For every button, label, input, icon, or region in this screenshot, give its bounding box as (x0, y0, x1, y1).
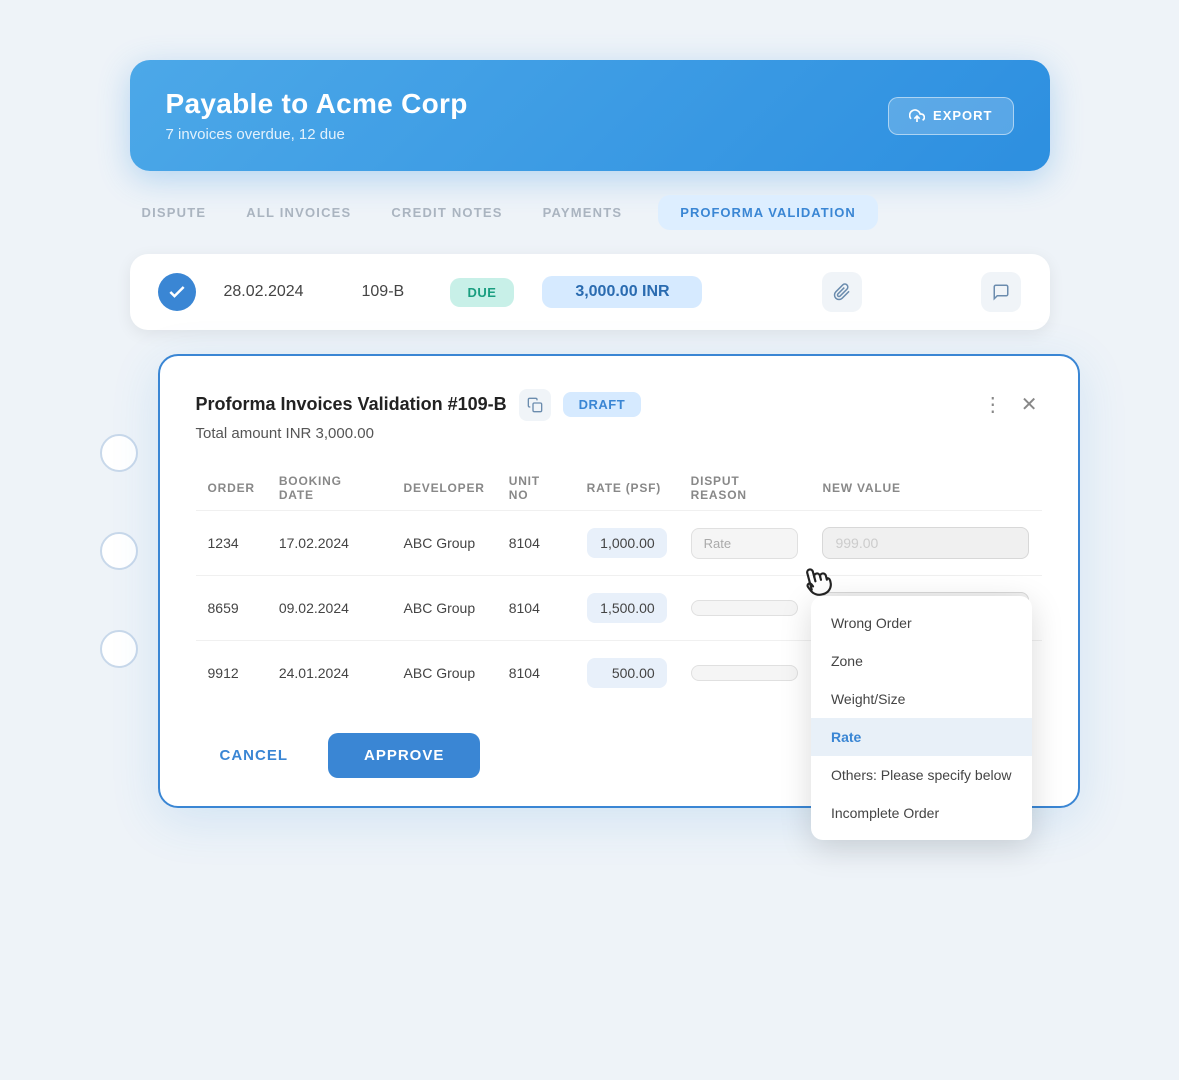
col-rate-psf: RATE (PSF) (575, 466, 679, 511)
cell-order-2: 8659 (196, 576, 267, 641)
checkbox-1[interactable] (100, 434, 138, 472)
dialog-area: Proforma Invoices Validation #109-B DRAF… (100, 354, 1080, 808)
dialog-actions: ⋮ ✕ (979, 388, 1042, 421)
cell-unit-3: 8104 (497, 641, 575, 706)
dropdown-option-others[interactable]: Others: Please specify below (811, 756, 1032, 794)
table-wrapper: ORDER BOOKING DATE DEVELOPER UNIT NO RAT… (196, 466, 1042, 705)
draft-badge: DRAFT (563, 392, 642, 417)
more-options-button[interactable]: ⋮ (979, 388, 1007, 421)
cell-developer-3: ABC Group (392, 641, 497, 706)
message-button[interactable] (981, 272, 1021, 312)
col-new-value: NEW VALUE (810, 466, 1041, 511)
paperclip-icon (833, 283, 851, 301)
cell-order-3: 9912 (196, 641, 267, 706)
col-disput-reason: DISPUT REASON (679, 466, 811, 511)
attachment-button[interactable] (822, 272, 862, 312)
tab-payments[interactable]: PAYMENTS (539, 197, 627, 228)
header-title: Payable to Acme Corp (166, 88, 468, 120)
tab-credit-notes[interactable]: CREDIT NOTES (387, 197, 506, 228)
cell-dispute-2 (679, 576, 811, 641)
checkmark-icon (167, 282, 187, 302)
cell-dispute-3 (679, 641, 811, 706)
approve-button[interactable]: APPROVE (328, 733, 480, 778)
dispute-dropdown-2[interactable] (691, 600, 799, 616)
page-wrapper: Payable to Acme Corp 7 invoices overdue,… (0, 0, 1179, 1080)
tab-all-invoices[interactable]: ALL INVOICES (242, 197, 355, 228)
close-button[interactable]: ✕ (1017, 388, 1042, 421)
header-card: Payable to Acme Corp 7 invoices overdue,… (130, 60, 1050, 171)
cell-date-2: 09.02.2024 (267, 576, 392, 641)
cell-order-1: 1234 (196, 511, 267, 576)
cell-new-value-1 (810, 511, 1041, 576)
cloud-upload-icon (909, 108, 925, 124)
copy-button[interactable] (519, 389, 551, 421)
check-circle[interactable] (158, 273, 196, 311)
rate-input-3[interactable]: 500.00 (587, 658, 667, 688)
table-header-row: ORDER BOOKING DATE DEVELOPER UNIT NO RAT… (196, 466, 1042, 511)
invoice-date: 28.02.2024 (224, 283, 334, 301)
rate-input-1[interactable]: 1,000.00 (587, 528, 667, 558)
cell-developer-1: ABC Group (392, 511, 497, 576)
due-badge: DUE (450, 278, 515, 307)
col-unit-no: UNIT NO (497, 466, 575, 511)
left-checkboxes (100, 354, 158, 808)
dropdown-option-zone[interactable]: Zone (811, 642, 1032, 680)
col-order: ORDER (196, 466, 267, 511)
cell-unit-2: 8104 (497, 576, 575, 641)
dialog-header: Proforma Invoices Validation #109-B DRAF… (196, 388, 1042, 421)
col-developer: DEVELOPER (392, 466, 497, 511)
cell-rate-2: 1,500.00 (575, 576, 679, 641)
header-subtitle: 7 invoices overdue, 12 due (166, 126, 468, 143)
cell-rate-3: 500.00 (575, 641, 679, 706)
amount-badge: 3,000.00 INR (542, 276, 702, 308)
cancel-button[interactable]: CANCEL (196, 735, 313, 776)
new-value-input-1[interactable] (822, 527, 1029, 559)
cell-rate-1: 1,000.00 (575, 511, 679, 576)
export-button[interactable]: EXPORT (888, 97, 1013, 135)
invoice-row: 28.02.2024 109-B DUE 3,000.00 INR (130, 254, 1050, 330)
dialog-subtitle: Total amount INR 3,000.00 (196, 425, 1042, 442)
checkbox-2[interactable] (100, 532, 138, 570)
copy-icon (527, 397, 543, 413)
cell-unit-1: 8104 (497, 511, 575, 576)
dropdown-option-incomplete-order[interactable]: Incomplete Order (811, 794, 1032, 832)
dialog-title: Proforma Invoices Validation #109-B (196, 394, 507, 415)
dialog-card: Proforma Invoices Validation #109-B DRAF… (158, 354, 1080, 808)
header-text: Payable to Acme Corp 7 invoices overdue,… (166, 88, 468, 143)
dropdown-option-wrong-order[interactable]: Wrong Order (811, 604, 1032, 642)
dropdown-option-rate[interactable]: Rate (811, 718, 1032, 756)
cell-date-1: 17.02.2024 (267, 511, 392, 576)
tabs-row: DISPUTE ALL INVOICES CREDIT NOTES PAYMEN… (130, 195, 1050, 230)
table-row: 1234 17.02.2024 ABC Group 8104 1,000.00 … (196, 511, 1042, 576)
cell-date-3: 24.01.2024 (267, 641, 392, 706)
chat-icon (992, 283, 1010, 301)
dropdown-option-weight-size[interactable]: Weight/Size (811, 680, 1032, 718)
dropdown-popup: Wrong Order Zone Weight/Size Rate Others… (811, 596, 1032, 840)
rate-input-2[interactable]: 1,500.00 (587, 593, 667, 623)
cell-developer-2: ABC Group (392, 576, 497, 641)
tab-proforma-validation[interactable]: PROFORMA VALIDATION (658, 195, 877, 230)
col-booking-date: BOOKING DATE (267, 466, 392, 511)
dispute-dropdown-1[interactable]: Rate (691, 528, 799, 559)
checkbox-3[interactable] (100, 630, 138, 668)
tab-dispute[interactable]: DISPUTE (138, 197, 211, 228)
dispute-dropdown-3[interactable] (691, 665, 799, 681)
invoice-id: 109-B (362, 283, 422, 301)
cell-dispute-1: Rate (679, 511, 811, 576)
dialog-title-group: Proforma Invoices Validation #109-B DRAF… (196, 389, 642, 421)
